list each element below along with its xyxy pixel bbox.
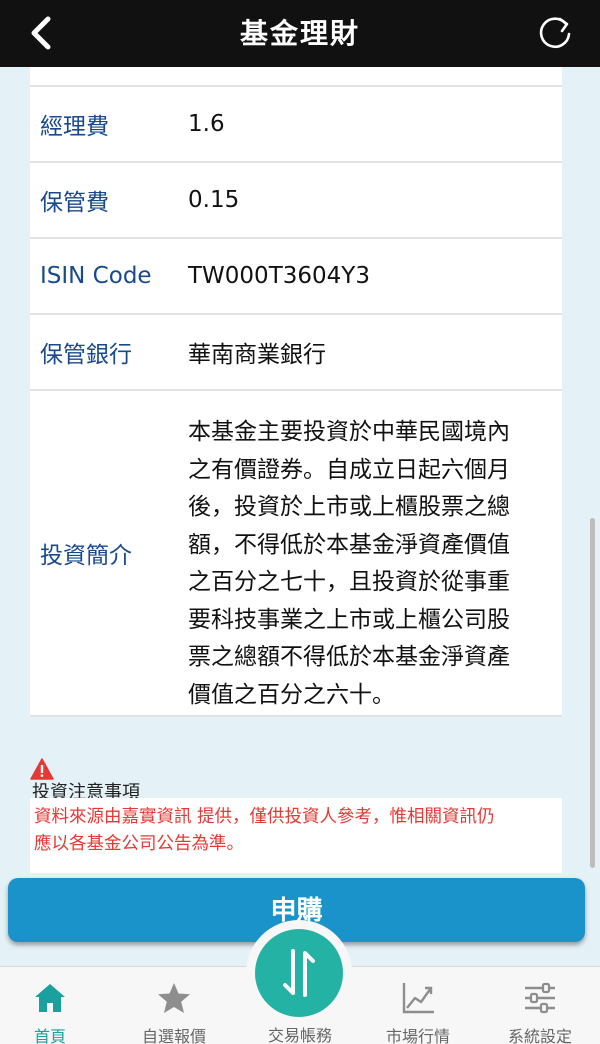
description-line: 票之總額不得低於本基金淨資產 [188,644,510,670]
row-label: 保管銀行 [40,342,132,368]
page-title: 基金理財 [239,17,360,50]
scrollbar[interactable] [590,518,595,868]
trade-button-circle [255,929,343,1017]
table-row: 保管費 0.15 [30,163,562,239]
row-label: 經理費 [40,114,109,140]
row-value: 華南商業銀行 [188,342,326,368]
tab-label: 市場行情 [385,1027,450,1044]
row-label: 投資簡介 [40,543,132,569]
description-line: 額，不得低於本基金淨資產價值 [188,531,510,558]
description-text: 本基金主要投資於中華民國境內 之有價證券。自成立日起六個月 後，投資於上市或上櫃… [188,391,562,715]
notice-line: 應以各基金公司公告為準。 [34,834,244,854]
notice-line: 資料來源由嘉實資訊 提供，僅供投資人參考，惟相關資訊仍 [34,807,495,827]
sliders-icon [525,982,555,1014]
row-value: 1.6 [188,111,225,137]
tab-watchlist[interactable]: 自選報價 [114,967,234,1044]
description-line: 價值之百分之六十。 [188,681,395,708]
refresh-icon[interactable] [536,10,576,54]
description-line: 本基金主要投資於中華民國境內 [188,419,510,445]
tab-label-trade: 交易帳務 [267,1026,332,1044]
home-icon [35,984,65,1012]
table-row: 經理費 1.6 [30,87,562,163]
warning-icon [30,758,54,780]
table-row-description: 投資簡介 本基金主要投資於中華民國境內 之有價證券。自成立日起六個月 後，投資於… [30,391,562,717]
row-label: ISIN Code [40,263,152,289]
table-row-partial [30,67,562,87]
description-line: 要科技事業之上市或上櫃公司股 [188,606,510,633]
fund-info-table: 經理費 1.6 保管費 0.15 ISIN Code TW000T3604Y3 … [30,67,562,717]
description-line: 後，投資於上市或上櫃股票之總 [188,494,510,520]
row-value: 0.15 [188,187,240,213]
tab-settings[interactable]: 系統設定 [480,967,600,1044]
tab-market[interactable]: 市場行情 [358,967,478,1044]
table-row: 保管銀行 華南商業銀行 [30,315,562,391]
line-chart-icon [402,983,434,1014]
tab-home[interactable]: 首頁 [0,967,110,1044]
tab-label: 系統設定 [507,1027,572,1044]
row-value: TW000T3604Y3 [188,263,370,289]
tab-label: 首頁 [33,1027,66,1044]
description-line: 之百分之七十，且投資於從事重 [188,569,510,595]
row-label: 保管費 [40,190,109,216]
transfer-arrows-icon [283,949,315,997]
tab-label: 自選報價 [141,1027,206,1044]
star-icon [158,983,190,1013]
trade-center-button[interactable] [246,920,352,1026]
description-line: 之有價證券。自成立日起六個月 [188,456,510,483]
table-row: ISIN Code TW000T3604Y3 [30,239,562,315]
top-bar: 基金理財 [0,0,600,67]
fund-detail-panel: 經理費 1.6 保管費 0.15 ISIN Code TW000T3604Y3 … [30,67,562,717]
notice-body: 資料來源由嘉實資訊 提供，僅供投資人參考，惟相關資訊仍 應以各基金公司公告為準。 [30,798,562,873]
